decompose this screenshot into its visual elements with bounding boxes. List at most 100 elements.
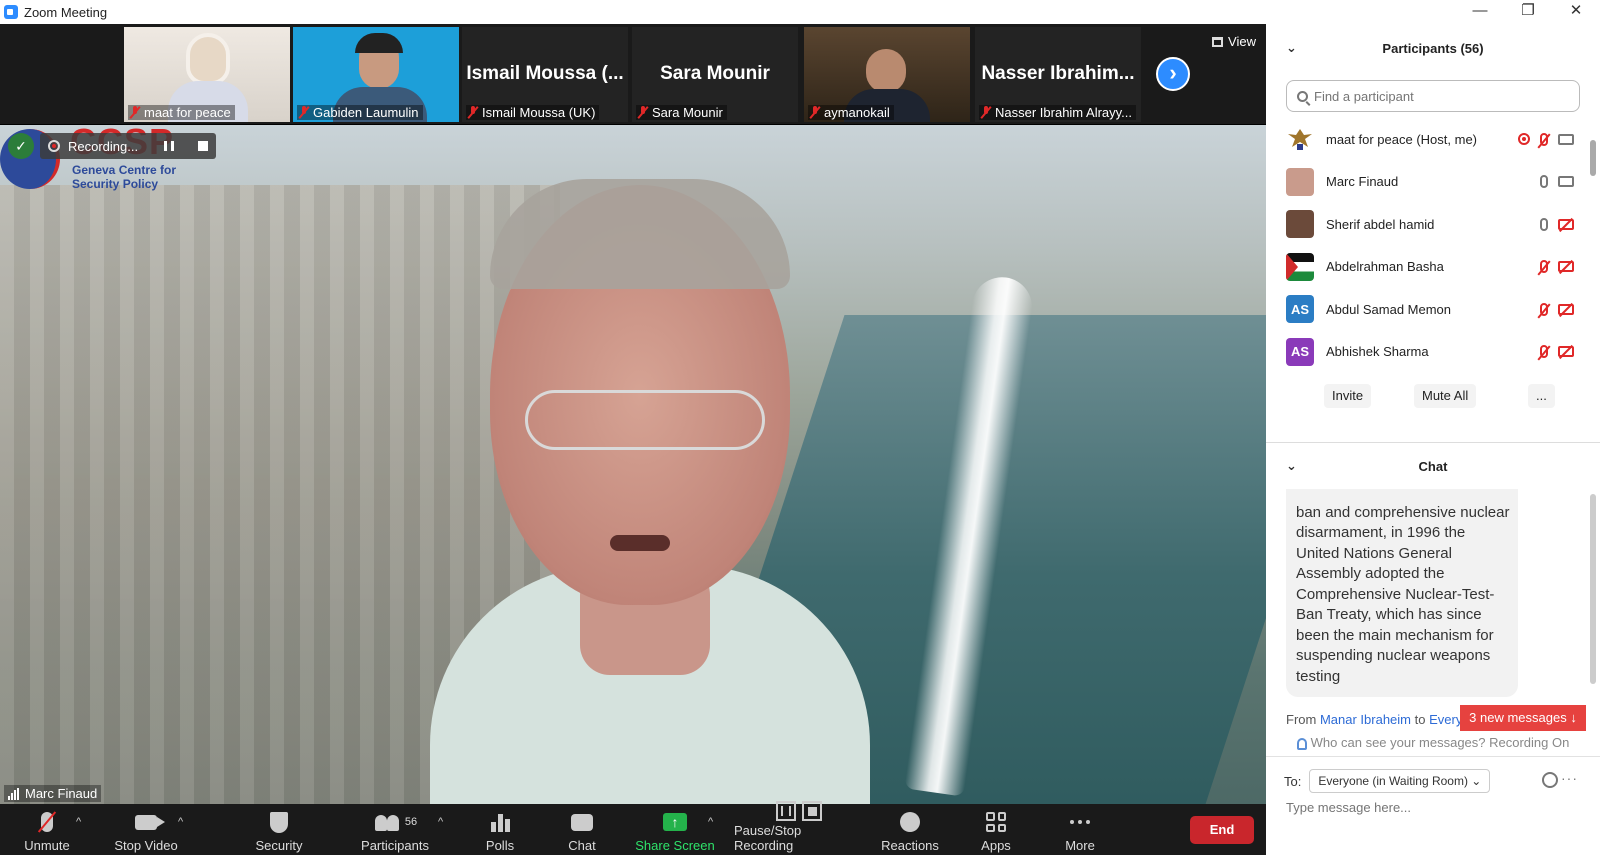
participants-more-button[interactable]: ...: [1528, 384, 1555, 408]
unmute-button[interactable]: Unmute: [14, 804, 80, 855]
title-bar: Zoom Meeting — ❐ ✕: [0, 0, 1600, 24]
sender-link[interactable]: Manar Ibraheim: [1320, 712, 1411, 727]
participants-title: Participants (56): [1382, 40, 1484, 56]
view-button[interactable]: View: [1212, 34, 1256, 49]
video-options-caret[interactable]: ^: [178, 816, 183, 828]
video-camera-icon: [135, 814, 165, 830]
participant-row[interactable]: AS Abdul Samad Memon: [1266, 288, 1588, 331]
eagle-logo-icon: [1288, 129, 1312, 151]
mute-all-button[interactable]: Mute All: [1414, 384, 1477, 408]
thumbnail-gabiden-laumulin[interactable]: Gabiden Laumulin: [293, 27, 459, 122]
thumbnail-nasser-ibrahim[interactable]: Nasser Ibrahim... Nasser Ibrahim Alrayy.…: [975, 27, 1141, 122]
thumbnail-name: Ismail Moussa (UK): [466, 105, 600, 120]
recording-icon: [1518, 133, 1530, 146]
share-screen-button[interactable]: ↑ Share Screen: [632, 804, 718, 855]
pause-recording-icon[interactable]: [164, 141, 175, 151]
participant-row[interactable]: Marc Finaud: [1266, 161, 1588, 204]
reactions-button[interactable]: Reactions: [878, 804, 942, 855]
thumbnail-name: Gabiden Laumulin: [297, 105, 423, 120]
thumbnail-aymanokail[interactable]: aymanokail: [804, 27, 970, 122]
stop-recording-icon[interactable]: [198, 141, 209, 151]
thumbnail-name: aymanokail: [808, 105, 894, 120]
camera-off-icon[interactable]: [1558, 346, 1574, 358]
minimize-button[interactable]: —: [1456, 0, 1504, 24]
chat-message-input[interactable]: [1286, 800, 1586, 815]
next-page-button[interactable]: ›: [1156, 57, 1190, 91]
reactions-icon: [900, 812, 920, 832]
stop-video-button[interactable]: Stop Video: [106, 804, 186, 855]
chat-message-text: ban and comprehensive nuclear disarmamen…: [1296, 503, 1510, 685]
participant-scrollbar[interactable]: [1590, 118, 1596, 378]
invite-button[interactable]: Invite: [1324, 384, 1372, 408]
mic-off-icon: [299, 106, 309, 119]
chat-scrollbar[interactable]: [1590, 494, 1596, 704]
mic-off-icon[interactable]: [1540, 345, 1548, 359]
participant-row[interactable]: maat for peace (Host, me): [1266, 118, 1588, 161]
thumbnail-name: maat for peace: [128, 105, 235, 120]
to-label: To:: [1284, 773, 1302, 789]
participant-row[interactable]: Abdelrahman Basha: [1266, 246, 1588, 289]
pause-stop-recording-button[interactable]: Pause/Stop Recording: [734, 801, 864, 855]
thumbnail-name: Nasser Ibrahim Alrayy...: [979, 105, 1137, 120]
recipient-select[interactable]: Everyone (in Waiting Room) ⌄: [1309, 769, 1491, 793]
recording-icon: [48, 140, 60, 152]
collapse-participants-icon[interactable]: ⌄: [1286, 40, 1297, 56]
camera-off-icon[interactable]: [1558, 303, 1574, 315]
shield-icon: [270, 811, 288, 833]
audio-options-caret[interactable]: ^: [76, 816, 81, 828]
thumbnail-display-name: Sara Mounir: [660, 63, 770, 84]
thumbnail-sara-mounir[interactable]: Sara Mounir Sara Mounir: [632, 27, 798, 122]
chat-sender-line: From Manar Ibraheim to Every: [1286, 712, 1463, 727]
speaker-name-label: Marc Finaud: [4, 785, 102, 802]
recording-pill: Recording...: [40, 133, 217, 159]
speaker-hair: [490, 179, 790, 289]
share-screen-icon: ↑: [663, 813, 687, 831]
more-button[interactable]: More: [1060, 804, 1100, 855]
chat-more-button[interactable]: ···: [1561, 770, 1578, 786]
close-button[interactable]: ✕: [1552, 0, 1600, 24]
emoji-icon[interactable]: [1542, 772, 1558, 788]
polls-button[interactable]: Polls: [476, 804, 524, 855]
speaker-mouth: [610, 535, 670, 551]
camera-off-icon[interactable]: [1558, 218, 1574, 230]
logo-subtitle: Geneva Centre for Security Policy: [72, 163, 177, 191]
participants-icon: [373, 813, 401, 831]
mic-off-icon[interactable]: [1540, 302, 1548, 316]
participant-search-input[interactable]: [1314, 88, 1554, 104]
thumbnail-display-name: Nasser Ibrahim...: [981, 63, 1135, 84]
mic-off-icon[interactable]: [1540, 132, 1548, 146]
recording-label: Recording...: [68, 138, 139, 154]
participants-header: ⌄ Participants (56): [1266, 24, 1600, 72]
mic-off-icon: [810, 106, 820, 119]
camera-icon[interactable]: [1558, 176, 1574, 188]
side-panel: ⌄ Participants (56) maat for peace (Host…: [1266, 24, 1600, 855]
mic-off-icon[interactable]: [1540, 260, 1548, 274]
mic-icon[interactable]: [1540, 175, 1548, 189]
avatar: [1286, 210, 1314, 239]
thumbnail-ismail-moussa[interactable]: Ismail Moussa (... Ismail Moussa (UK): [462, 27, 628, 122]
camera-off-icon[interactable]: [1558, 261, 1574, 273]
person-icon: [1296, 737, 1307, 750]
share-options-caret[interactable]: ^: [708, 816, 713, 828]
apps-button[interactable]: Apps: [976, 804, 1016, 855]
mic-icon[interactable]: [1540, 217, 1548, 231]
participant-list: maat for peace (Host, me) Marc Finaud Sh…: [1266, 118, 1588, 376]
who-can-see-link[interactable]: Who can see your messages? Recording On: [1266, 735, 1600, 750]
new-messages-button[interactable]: 3 new messages ↓: [1460, 705, 1586, 731]
participants-count: 56: [404, 816, 418, 828]
participant-row[interactable]: AS Abhishek Sharma: [1266, 331, 1588, 374]
participants-options-caret[interactable]: ^: [438, 816, 443, 828]
camera-icon[interactable]: [1558, 133, 1574, 145]
video-area: maat for peace Gabiden Laumulin Ismail M…: [0, 24, 1266, 804]
recipient-link[interactable]: Every: [1429, 712, 1462, 727]
chat-message-bubble: ban and comprehensive nuclear disarmamen…: [1286, 489, 1518, 697]
chat-button[interactable]: Chat: [558, 804, 606, 855]
thumbnail-maat-for-peace[interactable]: maat for peace: [124, 27, 290, 122]
mic-muted-icon: [41, 812, 53, 832]
collapse-chat-icon[interactable]: ⌄: [1286, 458, 1297, 474]
participant-row[interactable]: Sherif abdel hamid: [1266, 203, 1588, 246]
end-meeting-button[interactable]: End: [1190, 816, 1254, 844]
participants-button[interactable]: 56 Participants: [350, 804, 440, 855]
maximize-button[interactable]: ❐: [1504, 0, 1552, 24]
security-button[interactable]: Security: [244, 804, 314, 855]
